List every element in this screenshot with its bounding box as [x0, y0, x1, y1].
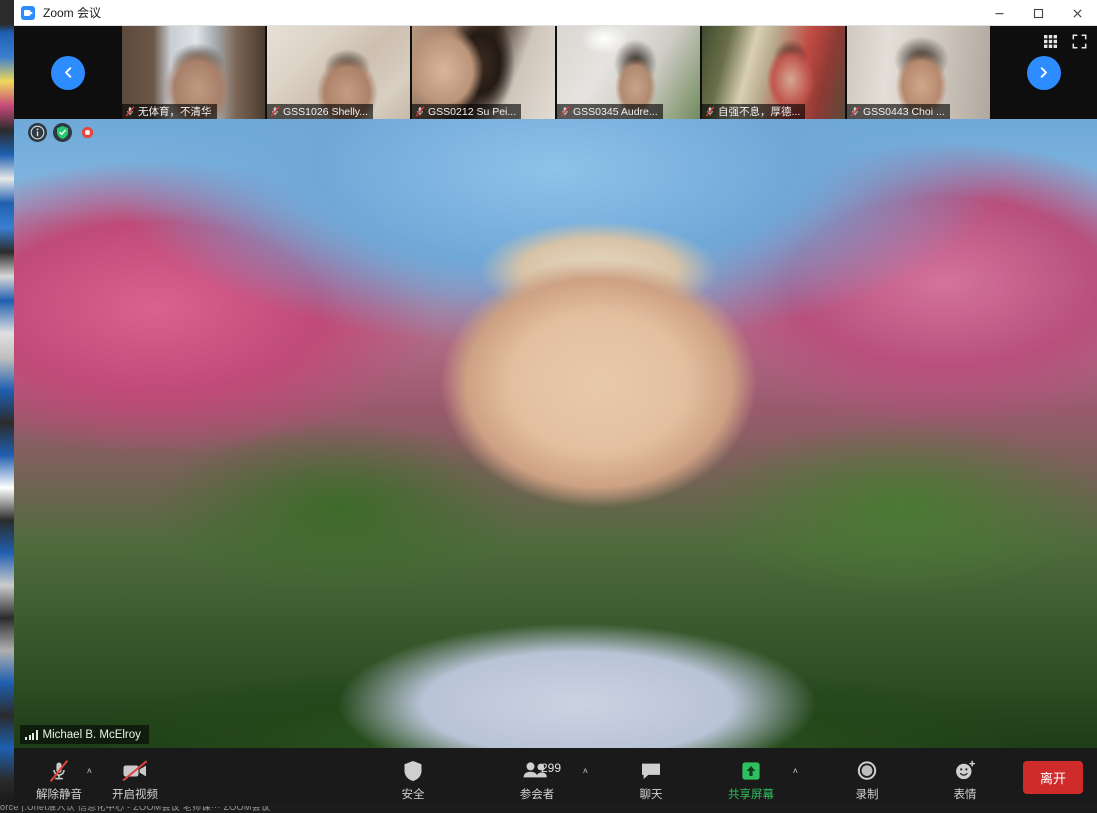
active-speaker-name-badge: Michael B. McElroy [20, 725, 149, 744]
thumbnail-name-text: GSS0345 Audre... [573, 106, 658, 118]
thumbnail-name-text: GSS0443 Choi ... [863, 106, 945, 118]
toolbar-center-group: 安全 299 参会者 ˄ [384, 752, 994, 802]
thumbnail-tile[interactable]: GSS1026 Shelly... [267, 26, 410, 119]
chat-button-label: 聊天 [640, 786, 663, 802]
shield-icon[interactable] [53, 123, 72, 142]
fullscreen-icon[interactable] [1072, 34, 1087, 49]
grid-view-icon[interactable] [1043, 34, 1058, 49]
participants-button-label: 参会者 [520, 786, 555, 802]
start-video-button-label: 开启视频 [112, 786, 158, 802]
thumbnail-tile[interactable]: GSS0345 Audre... [557, 26, 700, 119]
security-button[interactable]: 安全 [384, 752, 442, 802]
participant-thumbnail-strip: 无体育，不清华 GSS1026 Shelly... [14, 26, 1097, 119]
thumbnail-name-badge: 自强不息，厚德... [702, 104, 805, 119]
leave-meeting-button[interactable]: 离开 [1023, 761, 1083, 794]
start-video-button[interactable]: 开启视频 [106, 752, 164, 802]
thumbnail-name-badge: GSS1026 Shelly... [267, 104, 373, 119]
emoji-icon [953, 759, 977, 783]
zoom-meeting-window: Zoom 会议 [14, 0, 1097, 806]
thumbnail-name-text: GSS1026 Shelly... [283, 106, 368, 118]
record-button[interactable]: 录制 [838, 752, 896, 802]
share-screen-button-label: 共享屏幕 [728, 786, 774, 802]
mute-button-label: 解除静音 [36, 786, 82, 802]
shield-icon [402, 759, 424, 783]
share-screen-button[interactable]: 共享屏幕 ˄ [722, 752, 780, 802]
window-title: Zoom 会议 [43, 4, 101, 21]
chat-button[interactable]: 聊天 [622, 752, 680, 802]
maximize-icon[interactable] [1019, 0, 1058, 26]
microphone-muted-icon [125, 106, 135, 117]
minimize-icon[interactable] [980, 0, 1019, 26]
participants-count: 299 [541, 761, 561, 775]
microphone-muted-icon [48, 759, 70, 783]
window-controls [980, 0, 1097, 26]
thumbnail-name-text: 自强不息，厚德... [718, 104, 800, 119]
close-icon[interactable] [1058, 0, 1097, 26]
title-bar: Zoom 会议 [14, 0, 1097, 26]
thumbnail-tile[interactable]: 自强不息，厚德... [702, 26, 845, 119]
thumbnail-name-text: GSS0212 Su Pei... [428, 106, 516, 118]
reactions-button-label: 表情 [954, 786, 977, 802]
record-circle-icon [855, 759, 879, 783]
reactions-button[interactable]: 表情 [936, 752, 994, 802]
microphone-muted-icon [705, 106, 715, 117]
meeting-toolbar: 解除静音 ˄ 开启视频 [14, 748, 1097, 806]
microphone-muted-icon [560, 106, 570, 117]
active-speaker-video [14, 119, 1097, 748]
participants-button[interactable]: 299 参会者 ˄ [500, 752, 574, 802]
meeting-status-icons [28, 123, 97, 142]
share-screen-icon [739, 759, 763, 783]
gallery-next-zone [990, 26, 1097, 119]
thumbnail-name-badge: GSS0212 Su Pei... [412, 104, 521, 119]
mute-button[interactable]: 解除静音 ˄ [30, 752, 88, 802]
thumbnail-name-badge: 无体育，不清华 [122, 104, 217, 119]
zoom-logo-icon [21, 6, 35, 20]
record-button-label: 录制 [856, 786, 879, 802]
record-icon[interactable] [78, 123, 97, 142]
thumbnail-name-badge: GSS0345 Audre... [557, 104, 663, 119]
thumbnail-name-badge: GSS0443 Choi ... [847, 104, 950, 119]
mute-options-chevron-icon[interactable]: ˄ [87, 766, 92, 776]
view-mode-controls [1043, 34, 1087, 49]
share-options-chevron-icon[interactable]: ˄ [793, 766, 798, 776]
chat-bubble-icon [639, 759, 663, 783]
participants-chevron-icon[interactable]: ˄ [583, 766, 588, 776]
info-icon[interactable] [28, 123, 47, 142]
active-speaker-stage[interactable]: Michael B. McElroy [14, 119, 1097, 748]
security-button-label: 安全 [402, 786, 425, 802]
thumbnail-tile[interactable]: GSS0212 Su Pei... [412, 26, 555, 119]
gallery-next-button[interactable] [1027, 56, 1061, 90]
background-window-sliver[interactable] [0, 0, 14, 813]
thumbnail-tile[interactable]: 无体育，不清华 [122, 26, 265, 119]
camera-off-icon [121, 759, 149, 783]
toolbar-left-group: 解除静音 ˄ 开启视频 [30, 752, 164, 802]
signal-strength-icon [25, 730, 38, 740]
microphone-muted-icon [850, 106, 860, 117]
gallery-prev-button[interactable] [51, 56, 85, 90]
microphone-muted-icon [415, 106, 425, 117]
gallery-prev-zone [14, 26, 122, 119]
thumbnail-tile[interactable]: GSS0443 Choi ... [847, 26, 990, 119]
thumbnail-name-text: 无体育，不清华 [138, 104, 212, 119]
thumbnail-list: 无体育，不清华 GSS1026 Shelly... [122, 26, 990, 119]
microphone-muted-icon [270, 106, 280, 117]
active-speaker-name-text: Michael B. McElroy [43, 729, 141, 741]
